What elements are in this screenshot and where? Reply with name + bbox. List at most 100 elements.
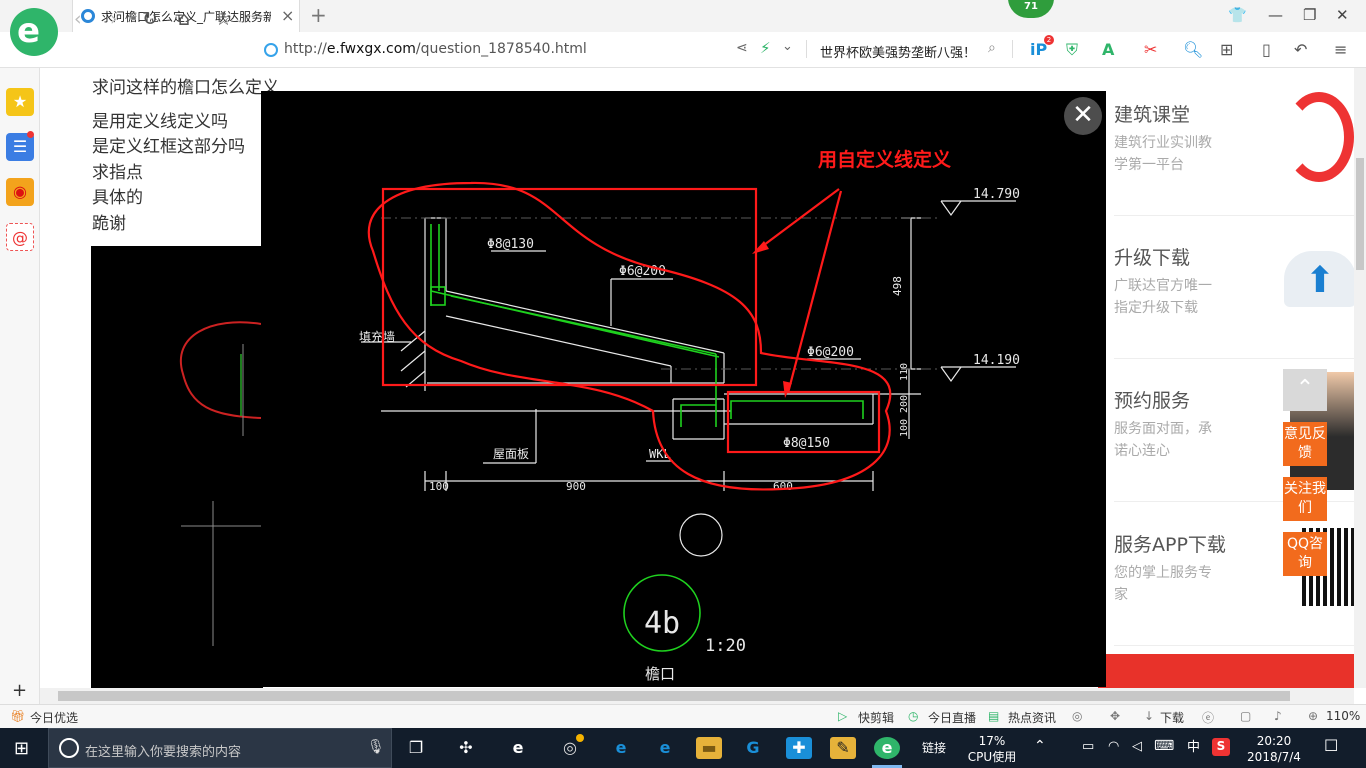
vertical-scroll-thumb[interactable] <box>1356 158 1364 270</box>
refresh-icon[interactable]: ↻ <box>142 8 158 30</box>
scissors-icon[interactable]: ✂ <box>1144 40 1157 59</box>
pin-icon[interactable]: ✥ <box>1110 709 1120 723</box>
skin-icon[interactable]: 👕 <box>1228 6 1247 24</box>
browser-logo-icon[interactable]: e <box>10 8 58 56</box>
home-icon[interactable]: ⌂ <box>178 8 190 30</box>
wifi-icon[interactable]: ◠ <box>1108 739 1119 755</box>
microphone-icon[interactable]: 🎙︎ <box>367 739 385 755</box>
image-viewer: 14.790 14.190 Φ8@130 Φ6@200 Φ6@200 Φ8@15… <box>261 91 1106 687</box>
back-icon[interactable]: ‹ <box>74 8 82 30</box>
new-tab-button[interactable]: + <box>310 3 327 27</box>
ie-icon[interactable]: e <box>652 737 678 759</box>
speed-status-icon[interactable]: ◎ <box>1072 709 1082 723</box>
elevation-mid: 14.190 <box>973 353 1020 368</box>
translate-icon[interactable]: A <box>1102 40 1114 59</box>
glodon-g-icon[interactable]: G <box>740 737 766 759</box>
promo-card[interactable]: 建筑课堂 建筑行业实训教学第一平台 <box>1114 78 1354 216</box>
card-title: 建筑课堂 <box>1114 104 1191 126</box>
windows-start-icon[interactable]: ⊞ <box>14 738 29 759</box>
task-view-icon[interactable]: ❐ <box>403 737 429 759</box>
chevron-down-icon[interactable]: ⌄ <box>782 39 793 54</box>
qq-consult-button[interactable]: QQ咨询 <box>1283 532 1327 576</box>
apps-icon[interactable]: ⊞ <box>1220 40 1233 59</box>
url-prefix: http:// <box>284 41 327 57</box>
gift-icon: 🎁︎ <box>10 709 26 723</box>
follow-us-button[interactable]: 关注我们 <box>1283 477 1327 521</box>
zoom-icon: ⊕ <box>1308 709 1319 723</box>
status-link[interactable]: 热点资讯 <box>1008 709 1056 726</box>
close-window-button[interactable]: ✕ <box>1336 6 1349 24</box>
chat-app-icon[interactable]: ✚ <box>786 737 812 759</box>
shield-yen-icon[interactable]: ⛨ <box>1066 40 1078 60</box>
rebar-label: Φ8@150 <box>783 436 830 451</box>
notes-app-icon[interactable]: ✎ <box>830 737 856 759</box>
ime-indicator[interactable]: 中 <box>1187 740 1200 756</box>
favorites-icon[interactable]: ★ <box>6 88 34 116</box>
banner-ad[interactable] <box>1098 654 1354 688</box>
battery-icon[interactable]: ▭ <box>1082 739 1094 755</box>
cpu-meter[interactable]: 17% CPU使用 <box>966 733 1018 765</box>
hot-search-link[interactable]: 世界杯欧美强势垄断八强！ <box>820 42 976 61</box>
minimize-button[interactable]: — <box>1268 6 1283 24</box>
attached-image-thumbnail[interactable] <box>91 246 263 688</box>
volume-icon[interactable]: ◁ <box>1132 739 1142 755</box>
promo-card[interactable]: 服务APP下载 您的掌上服务专家 <box>1114 508 1354 646</box>
address-bar[interactable]: http://e.fwxgx.com/question_1878540.html <box>284 41 587 57</box>
edge-icon[interactable]: e <box>608 737 634 759</box>
question-body: 求问这样的檐口怎么定义 是用定义线定义吗 是定义红框这部分吗 求指点 具体的 跪… <box>92 76 279 237</box>
site-favicon-icon <box>81 9 95 23</box>
clock[interactable]: 20:20 2018/7/4 <box>1244 733 1304 765</box>
ip-badge: 2 <box>1044 35 1054 45</box>
undo-icon[interactable]: ↶ <box>1294 40 1307 59</box>
viewer-close-button[interactable]: ✕ <box>1064 97 1102 135</box>
audio-icon[interactable]: ♪ <box>1274 709 1282 723</box>
keyboard-icon[interactable]: ⌨ <box>1154 738 1174 754</box>
wall-label: 填充墙 <box>359 329 395 344</box>
today-picks-link[interactable]: 今日优选 <box>30 709 78 726</box>
cortana-icon <box>59 738 79 758</box>
favorite-star-icon[interactable]: ☆ <box>215 8 232 30</box>
promo-card[interactable]: 升级下载 广联达官方唯一指定升级下载 ⬆ <box>1114 221 1354 359</box>
divider <box>806 40 807 58</box>
weibo-icon[interactable]: ◉ <box>6 178 34 206</box>
download-link[interactable]: 下载 <box>1160 709 1184 726</box>
add-sidebar-icon[interactable]: + <box>12 680 27 701</box>
thumbnail-drawing <box>180 321 262 646</box>
horizontal-scroll-thumb[interactable] <box>58 691 1290 701</box>
browser-e-icon[interactable]: e <box>505 737 531 759</box>
menu-icon[interactable]: ≡ <box>1334 40 1347 59</box>
tab-close-button[interactable]: × <box>281 6 294 25</box>
dimension-label: 110 <box>899 363 910 381</box>
cad-drawing: 14.790 14.190 Φ8@130 Φ6@200 Φ6@200 Φ8@15… <box>359 148 1020 683</box>
security-icon[interactable] <box>264 43 278 57</box>
reader-icon[interactable]: ▯ <box>1262 40 1271 59</box>
taskbar-search-box[interactable]: 在这里输入你要搜索的内容 🎙︎ <box>48 728 392 768</box>
action-center-icon[interactable]: ☐ <box>1324 738 1338 754</box>
sogou-ime-icon[interactable]: S <box>1212 738 1230 756</box>
dimension-label: 100 <box>899 419 910 437</box>
file-explorer-icon[interactable]: ▬ <box>696 737 722 759</box>
detail-number: 4b <box>644 606 680 641</box>
back-to-top-icon[interactable]: ⌃ <box>1283 369 1327 411</box>
status-link[interactable]: 快剪辑 <box>858 709 894 726</box>
fan-app-icon[interactable]: ✣ <box>453 737 479 759</box>
active-browser-icon[interactable]: e <box>874 737 900 759</box>
maximize-button[interactable]: ❐ <box>1303 6 1316 24</box>
mail-icon[interactable]: @ <box>6 223 34 251</box>
window-icon[interactable]: ▢ <box>1240 709 1251 723</box>
news-icon: ▤ <box>988 709 1000 723</box>
status-link[interactable]: 今日直播 <box>928 709 976 726</box>
zoom-level[interactable]: 110% <box>1326 709 1360 723</box>
card-subtitle: 建筑行业实训教学第一平台 <box>1114 135 1212 173</box>
live-icon: ◷ <box>908 709 919 723</box>
ie-mode-icon[interactable]: ⓔ <box>1202 709 1214 726</box>
detail-scale: 1:20 <box>705 636 746 656</box>
share-icon[interactable]: ⋖ <box>736 40 748 56</box>
speed-icon[interactable]: ⚡ <box>760 39 771 57</box>
feedback-button[interactable]: 意见反馈 <box>1283 422 1327 466</box>
forward-icon[interactable]: › <box>110 8 118 30</box>
search-icon[interactable]: ⌕ <box>988 40 996 56</box>
find-icon[interactable]: 🔍︎ <box>1183 40 1203 59</box>
tray-expand-icon[interactable]: ⌃ <box>1034 738 1046 754</box>
link-label[interactable]: 链接 <box>922 740 946 756</box>
